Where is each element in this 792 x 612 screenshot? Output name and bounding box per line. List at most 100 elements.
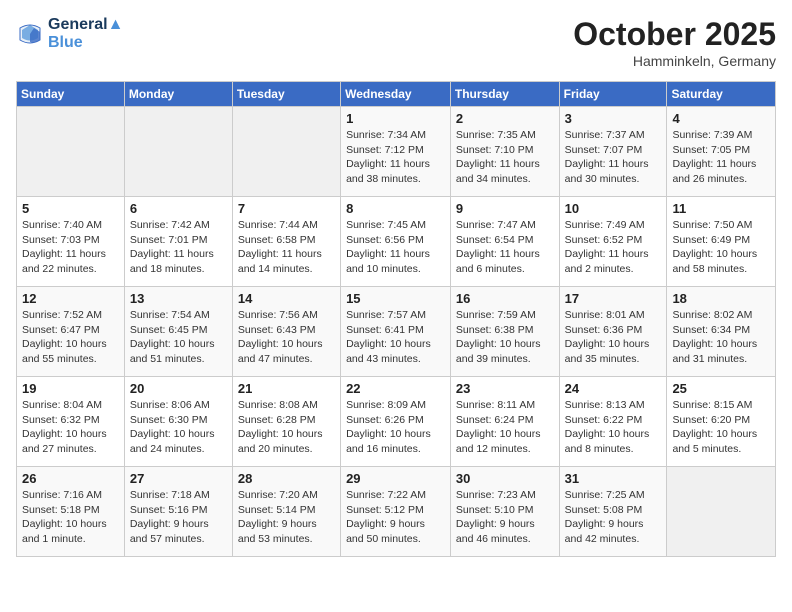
day-number: 24 (565, 381, 662, 396)
calendar-cell: 8Sunrise: 7:45 AM Sunset: 6:56 PM Daylig… (341, 197, 451, 287)
day-number: 26 (22, 471, 119, 486)
day-number: 9 (456, 201, 554, 216)
calendar-cell: 22 Sunrise: 8:09 AM Sunset: 6:26 PM Dayli… (341, 377, 451, 467)
calendar-cell: 21 Sunrise: 8:08 AM Sunset: 6:28 PM Dayli… (232, 377, 340, 467)
calendar-cell: 11 Sunrise: 7:50 AM Sunset: 6:49 PM Dayli… (667, 197, 776, 287)
calendar-cell: 18Sunrise: 8:02 AM Sunset: 6:34 PM Dayli… (667, 287, 776, 377)
day-info: Sunrise: 8:02 AM Sunset: 6:34 PM Dayligh… (672, 308, 770, 367)
day-number: 28 (238, 471, 335, 486)
day-number: 20 (130, 381, 227, 396)
calendar-cell: 25 Sunrise: 8:15 AM Sunset: 6:20 PM Dayli… (667, 377, 776, 467)
day-number: 1 (346, 111, 445, 126)
day-info: Sunrise: 7:25 AM Sunset: 5:08 PM Dayligh… (565, 488, 662, 547)
day-info: Sunrise: 7:35 AM Sunset: 7:10 PM Dayligh… (456, 128, 554, 187)
calendar-cell: 31 Sunrise: 7:25 AM Sunset: 5:08 PM Dayli… (559, 467, 667, 557)
calendar-cell: 19 Sunrise: 8:04 AM Sunset: 6:32 PM Dayli… (17, 377, 125, 467)
calendar-week-row: 5Sunrise: 7:40 AM Sunset: 7:03 PM Daylig… (17, 197, 776, 287)
day-info: Sunrise: 8:04 AM Sunset: 6:32 PM Dayligh… (22, 398, 119, 457)
calendar-header-row: SundayMondayTuesdayWednesdayThursdayFrid… (17, 82, 776, 107)
day-info: Sunrise: 8:01 AM Sunset: 6:36 PM Dayligh… (565, 308, 662, 367)
calendar-cell: 15 Sunrise: 7:57 AM Sunset: 6:41 PM Dayli… (341, 287, 451, 377)
day-info: Sunrise: 7:37 AM Sunset: 7:07 PM Dayligh… (565, 128, 662, 187)
day-info: Sunrise: 7:42 AM Sunset: 7:01 PM Dayligh… (130, 218, 227, 277)
day-number: 22 (346, 381, 445, 396)
day-info: Sunrise: 7:23 AM Sunset: 5:10 PM Dayligh… (456, 488, 554, 547)
calendar-cell: 30 Sunrise: 7:23 AM Sunset: 5:10 PM Dayli… (450, 467, 559, 557)
calendar-cell: 4 Sunrise: 7:39 AM Sunset: 7:05 PM Daylig… (667, 107, 776, 197)
day-number: 7 (238, 201, 335, 216)
day-info: Sunrise: 7:50 AM Sunset: 6:49 PM Dayligh… (672, 218, 770, 277)
day-number: 11 (672, 201, 770, 216)
title-block: October 2025 Hamminkeln, Germany (573, 16, 776, 69)
day-number: 2 (456, 111, 554, 126)
day-number: 14 (238, 291, 335, 306)
day-number: 27 (130, 471, 227, 486)
day-number: 19 (22, 381, 119, 396)
day-info: Sunrise: 7:45 AM Sunset: 6:56 PM Dayligh… (346, 218, 445, 277)
day-info: Sunrise: 8:15 AM Sunset: 6:20 PM Dayligh… (672, 398, 770, 457)
calendar-cell: 17 Sunrise: 8:01 AM Sunset: 6:36 PM Dayli… (559, 287, 667, 377)
logo-icon (16, 20, 44, 48)
day-info: Sunrise: 7:57 AM Sunset: 6:41 PM Dayligh… (346, 308, 445, 367)
calendar-cell: 3Sunrise: 7:37 AM Sunset: 7:07 PM Daylig… (559, 107, 667, 197)
calendar-cell: 29 Sunrise: 7:22 AM Sunset: 5:12 PM Dayli… (341, 467, 451, 557)
day-number: 6 (130, 201, 227, 216)
day-info: Sunrise: 8:06 AM Sunset: 6:30 PM Dayligh… (130, 398, 227, 457)
day-info: Sunrise: 8:09 AM Sunset: 6:26 PM Dayligh… (346, 398, 445, 457)
calendar-week-row: 19 Sunrise: 8:04 AM Sunset: 6:32 PM Dayli… (17, 377, 776, 467)
day-info: Sunrise: 7:59 AM Sunset: 6:38 PM Dayligh… (456, 308, 554, 367)
calendar-table: SundayMondayTuesdayWednesdayThursdayFrid… (16, 81, 776, 557)
calendar-week-row: 26 Sunrise: 7:16 AM Sunset: 5:18 PM Dayli… (17, 467, 776, 557)
column-header-monday: Monday (124, 82, 232, 107)
day-number: 16 (456, 291, 554, 306)
column-header-sunday: Sunday (17, 82, 125, 107)
calendar-cell (667, 467, 776, 557)
calendar-cell: 27 Sunrise: 7:18 AM Sunset: 5:16 PM Dayli… (124, 467, 232, 557)
calendar-cell: 13Sunrise: 7:54 AM Sunset: 6:45 PM Dayli… (124, 287, 232, 377)
day-info: Sunrise: 8:13 AM Sunset: 6:22 PM Dayligh… (565, 398, 662, 457)
calendar-cell (17, 107, 125, 197)
day-number: 21 (238, 381, 335, 396)
day-info: Sunrise: 7:16 AM Sunset: 5:18 PM Dayligh… (22, 488, 119, 547)
calendar-week-row: 12Sunrise: 7:52 AM Sunset: 6:47 PM Dayli… (17, 287, 776, 377)
logo: General▲ Blue (16, 16, 123, 51)
calendar-cell: 16 Sunrise: 7:59 AM Sunset: 6:38 PM Dayli… (450, 287, 559, 377)
day-info: Sunrise: 7:22 AM Sunset: 5:12 PM Dayligh… (346, 488, 445, 547)
day-number: 12 (22, 291, 119, 306)
day-number: 15 (346, 291, 445, 306)
column-header-saturday: Saturday (667, 82, 776, 107)
day-info: Sunrise: 7:49 AM Sunset: 6:52 PM Dayligh… (565, 218, 662, 277)
calendar-cell: 7 Sunrise: 7:44 AM Sunset: 6:58 PM Daylig… (232, 197, 340, 287)
column-header-thursday: Thursday (450, 82, 559, 107)
calendar-cell: 9Sunrise: 7:47 AM Sunset: 6:54 PM Daylig… (450, 197, 559, 287)
column-header-tuesday: Tuesday (232, 82, 340, 107)
logo-text: General▲ Blue (48, 16, 123, 51)
day-info: Sunrise: 8:08 AM Sunset: 6:28 PM Dayligh… (238, 398, 335, 457)
day-number: 31 (565, 471, 662, 486)
day-info: Sunrise: 7:54 AM Sunset: 6:45 PM Dayligh… (130, 308, 227, 367)
calendar-cell: 2 Sunrise: 7:35 AM Sunset: 7:10 PM Daylig… (450, 107, 559, 197)
day-number: 25 (672, 381, 770, 396)
calendar-cell: 6 Sunrise: 7:42 AM Sunset: 7:01 PM Daylig… (124, 197, 232, 287)
calendar-cell: 20 Sunrise: 8:06 AM Sunset: 6:30 PM Dayli… (124, 377, 232, 467)
page-header: General▲ Blue October 2025 Hamminkeln, G… (16, 16, 776, 69)
day-info: Sunrise: 8:11 AM Sunset: 6:24 PM Dayligh… (456, 398, 554, 457)
day-number: 17 (565, 291, 662, 306)
calendar-cell: 26 Sunrise: 7:16 AM Sunset: 5:18 PM Dayli… (17, 467, 125, 557)
day-info: Sunrise: 7:18 AM Sunset: 5:16 PM Dayligh… (130, 488, 227, 547)
month-title: October 2025 (573, 16, 776, 53)
calendar-cell (124, 107, 232, 197)
day-number: 4 (672, 111, 770, 126)
day-info: Sunrise: 7:40 AM Sunset: 7:03 PM Dayligh… (22, 218, 119, 277)
calendar-cell: 10Sunrise: 7:49 AM Sunset: 6:52 PM Dayli… (559, 197, 667, 287)
calendar-cell: 23 Sunrise: 8:11 AM Sunset: 6:24 PM Dayli… (450, 377, 559, 467)
location-subtitle: Hamminkeln, Germany (573, 53, 776, 69)
day-number: 30 (456, 471, 554, 486)
calendar-cell (232, 107, 340, 197)
day-info: Sunrise: 7:56 AM Sunset: 6:43 PM Dayligh… (238, 308, 335, 367)
day-info: Sunrise: 7:44 AM Sunset: 6:58 PM Dayligh… (238, 218, 335, 277)
column-header-wednesday: Wednesday (341, 82, 451, 107)
day-info: Sunrise: 7:39 AM Sunset: 7:05 PM Dayligh… (672, 128, 770, 187)
day-number: 23 (456, 381, 554, 396)
day-number: 29 (346, 471, 445, 486)
